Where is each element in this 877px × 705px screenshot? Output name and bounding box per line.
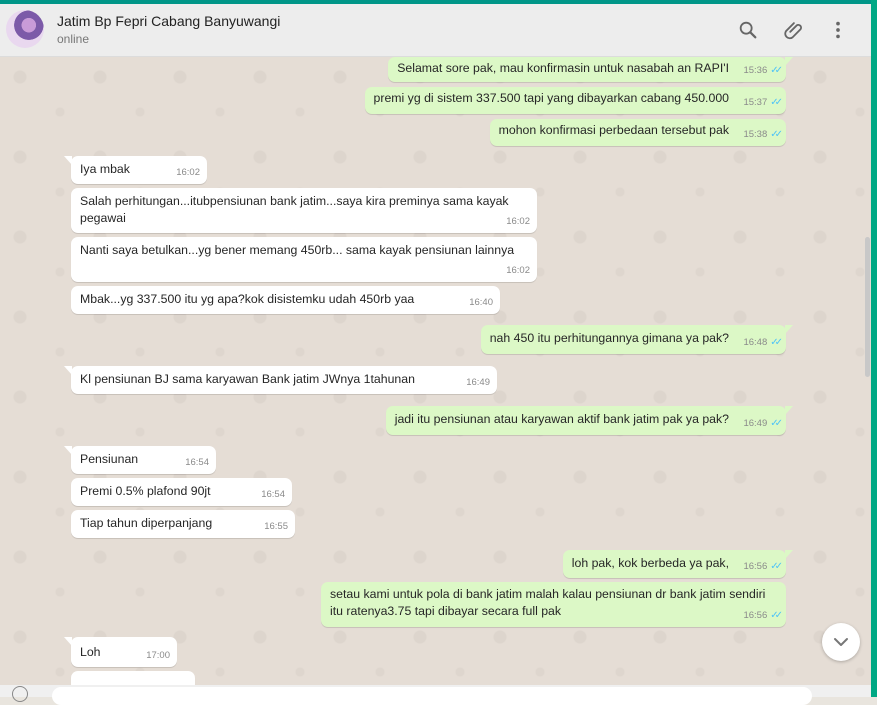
message-time: 15:37 (743, 97, 768, 108)
message-outgoing[interactable]: setau kami untuk pola di bank jatim mala… (321, 582, 786, 627)
message-incoming[interactable]: Iya mbak 16:02 (64, 156, 207, 184)
message-outgoing[interactable]: mohon konfirmasi perbedaan tersebut pak … (489, 119, 786, 146)
message-incoming[interactable]: Premi 0.5% plafond 90jt 16:54 (71, 478, 292, 506)
message-text: setau kami untuk pola di bank jatim mala… (330, 587, 766, 618)
message-time: 16:56 (743, 561, 768, 572)
message-meta: 16:49 ✓✓ (743, 415, 783, 432)
message-outgoing[interactable]: premi yg di sistem 337.500 tapi yang dib… (364, 87, 786, 114)
message-text: nah 450 itu perhitungannya gimana ya pak… (489, 331, 729, 345)
message-incoming[interactable]: Pensiunan 16:54 (64, 446, 216, 474)
message-time: 17:00 (146, 650, 170, 661)
message-text: Loh (80, 645, 101, 659)
chevron-down-icon (834, 638, 848, 646)
message-meta: 16:48 ✓✓ (743, 334, 783, 351)
message-time: 15:36 (743, 65, 768, 76)
message-text: Premi 0.5% plafond 90jt (80, 484, 211, 498)
message-text: Selamat sore pak, mau konfirmasin untuk … (397, 61, 729, 75)
message-text: mohon konfirmasi perbedaan tersebut pak (498, 123, 729, 137)
message-time: 16:56 (743, 610, 768, 621)
message-meta: 15:37 ✓✓ (743, 94, 783, 111)
scrollbar[interactable] (865, 237, 870, 377)
message-time: 15:38 (743, 129, 768, 140)
message-text: Pensiunan (80, 452, 139, 466)
read-ticks-icon: ✓✓ (770, 337, 783, 348)
menu-icon[interactable] (827, 19, 849, 41)
message-input[interactable] (52, 687, 812, 705)
message-time: 16:02 (506, 265, 530, 276)
message-outgoing[interactable]: nah 450 itu perhitungannya gimana ya pak… (480, 325, 794, 354)
read-ticks-icon: ✓✓ (770, 65, 783, 76)
message-incoming[interactable]: Loh 17:00 (64, 637, 177, 667)
message-time: 16:40 (469, 297, 493, 308)
message-outgoing[interactable]: Selamat sore pak, mau konfirmasin untuk … (388, 57, 793, 82)
scroll-down-button[interactable] (822, 623, 860, 661)
message-time: 16:54 (185, 457, 209, 468)
message-incoming-partial[interactable] (71, 671, 195, 685)
message-time: 16:49 (743, 418, 768, 429)
window-edge (871, 0, 877, 697)
message-incoming[interactable]: Nanti saya betulkan...yg bener memang 45… (71, 237, 537, 282)
avatar[interactable] (6, 10, 44, 48)
message-incoming[interactable]: Mbak...yg 337.500 itu yg apa?kok disiste… (71, 286, 500, 314)
message-text: Mbak...yg 337.500 itu yg apa?kok disiste… (80, 292, 415, 306)
message-outgoing[interactable]: jadi itu pensiunan atau karyawan aktif b… (385, 406, 794, 435)
message-meta: 15:38 ✓✓ (743, 126, 783, 143)
message-incoming[interactable]: Kl pensiunan BJ sama karyawan Bank jatim… (64, 366, 497, 394)
message-time: 16:02 (506, 216, 530, 227)
attach-icon[interactable] (782, 19, 804, 41)
message-text: Iya mbak (80, 162, 130, 176)
message-text: Kl pensiunan BJ sama karyawan Bank jatim… (80, 372, 415, 386)
message-list[interactable]: Selamat sore pak, mau konfirmasin untuk … (0, 57, 871, 685)
search-icon[interactable] (737, 19, 759, 41)
contact-status: online (57, 32, 90, 46)
chat-header: Jatim Bp Fepri Cabang Banyuwangi online (0, 4, 871, 57)
read-ticks-icon: ✓✓ (770, 129, 783, 140)
message-time: 16:48 (743, 337, 768, 348)
message-time: 16:49 (466, 377, 490, 388)
compose-bar (0, 685, 871, 705)
message-text: jadi itu pensiunan atau karyawan aktif b… (394, 412, 729, 426)
message-meta: 16:56 ✓✓ (743, 607, 783, 624)
message-time: 16:02 (176, 167, 200, 178)
read-ticks-icon: ✓✓ (770, 97, 783, 108)
message-time: 16:55 (264, 521, 288, 532)
message-meta: 16:56 ✓✓ (743, 558, 783, 575)
read-ticks-icon: ✓✓ (770, 418, 783, 429)
message-outgoing[interactable]: loh pak, kok berbeda ya pak, 16:56 ✓✓ (562, 550, 794, 578)
message-text: loh pak, kok berbeda ya pak, (571, 556, 729, 570)
emoji-icon[interactable] (12, 686, 28, 702)
read-ticks-icon: ✓✓ (770, 610, 783, 621)
message-incoming[interactable]: Salah perhitungan...itubpensiunan bank j… (71, 188, 537, 233)
message-text: Nanti saya betulkan...yg bener memang 45… (80, 243, 515, 257)
message-text: Salah perhitungan...itubpensiunan bank j… (80, 194, 509, 225)
message-text: Tiap tahun diperpanjang (80, 516, 213, 530)
message-time: 16:54 (261, 489, 285, 500)
message-incoming[interactable]: Tiap tahun diperpanjang 16:55 (71, 510, 295, 538)
read-ticks-icon: ✓✓ (770, 561, 783, 572)
message-text: premi yg di sistem 337.500 tapi yang dib… (373, 91, 729, 105)
message-meta: 15:36 ✓✓ (743, 62, 783, 79)
contact-name[interactable]: Jatim Bp Fepri Cabang Banyuwangi (57, 13, 280, 29)
